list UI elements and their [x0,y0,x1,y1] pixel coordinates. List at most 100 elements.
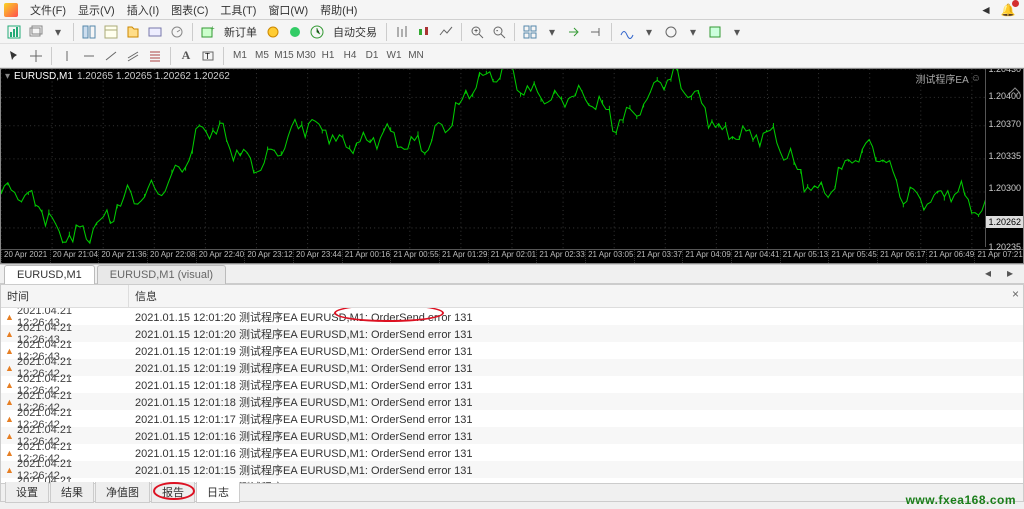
time-tick: 21 Apr 01:29 [439,250,488,263]
timeframe-m30[interactable]: M30 [295,47,317,65]
log-message: 2021.01.15 12:01:20 测试程序EA EURUSD,M1: Or… [129,309,1023,325]
metaquotes-icon[interactable] [263,22,283,42]
text-label-icon[interactable]: T [198,46,218,66]
chart-scroll-icon[interactable] [1009,87,1021,95]
dropdown-icon[interactable]: ▾ [683,22,703,42]
log-row[interactable]: ▲ 2021.04.21 12:26:42.... 2021.01.15 12:… [1,427,1023,444]
chart-shift-icon[interactable] [586,22,606,42]
timeframe-d1[interactable]: D1 [361,47,383,65]
vertical-line-icon[interactable] [57,46,77,66]
chart-title-bar: ▾ EURUSD,M1 1.20265 1.20265 1.20262 1.20… [5,71,230,82]
menu-item[interactable]: 图表(C) [165,3,214,19]
terminal-close-icon[interactable]: × [1012,287,1019,301]
time-tick: 20 Apr 22:08 [147,250,196,263]
price-tick: 1.20335 [988,151,1021,161]
terminal-tab-1[interactable]: 结果 [50,482,94,503]
notification-bell-icon[interactable]: 🔔 [1000,2,1016,18]
log-row[interactable]: ▲ 2021.04.21 12:26:43.... 2021.01.15 12:… [1,325,1023,342]
dropdown-icon[interactable]: ▾ [727,22,747,42]
bar-chart-icon[interactable] [392,22,412,42]
channel-icon[interactable] [123,46,143,66]
timeframe-m5[interactable]: M5 [251,47,273,65]
auto-scroll-icon[interactable] [564,22,584,42]
menu-item[interactable]: 文件(F) [24,3,72,19]
log-row[interactable]: ▲ 2021.04.21 12:26:42.... 2021.01.15 12:… [1,376,1023,393]
log-row[interactable]: ▲ 2021.04.21 12:26:42.... 2021.01.15 12:… [1,444,1023,461]
new-chart-icon[interactable] [4,22,24,42]
log-message: 2021.01.15 12:01:15 测试程序EA EURUSD,M1: Or… [129,462,1023,478]
menu-item[interactable]: 窗口(W) [262,3,314,19]
indicators-icon[interactable] [617,22,637,42]
warning-icon: ▲ [5,346,17,356]
log-row[interactable]: ▲ 2021.04.21 12:26:43.... 2021.01.15 12:… [1,342,1023,359]
terminal-icon[interactable] [145,22,165,42]
col-header-time[interactable]: 时间 [1,285,129,307]
timeframe-mn[interactable]: MN [405,47,427,65]
warning-icon: ▲ [5,431,17,441]
periodicity-icon[interactable] [661,22,681,42]
dropdown-icon[interactable]: ▾ [48,22,68,42]
log-row[interactable]: ▲ 2021.04.21 12:26:42.... 2021.01.15 12:… [1,359,1023,376]
tab-scroll-left-icon[interactable]: ◂ [978,263,998,283]
svg-text:T: T [205,52,210,61]
profiles-icon[interactable] [26,22,46,42]
zoom-out-icon[interactable]: - [489,22,509,42]
terminal-tab-0[interactable]: 设置 [5,482,49,503]
cursor-icon[interactable] [4,46,24,66]
templates-icon[interactable] [705,22,725,42]
terminal-tab-4[interactable]: 日志 [196,482,240,503]
toolbar-drawing: A T M1M5M15M30H1H4D1W1MN [0,44,1024,68]
log-row[interactable]: ▲ 2021.04.21 12:26:43.... 2021.01.15 12:… [1,308,1023,325]
data-window-icon[interactable] [101,22,121,42]
chart-symbol-label: EURUSD,M1 [14,71,73,82]
zoom-in-icon[interactable]: + [467,22,487,42]
terminal-tab-2[interactable]: 净值图 [95,482,150,503]
timeframe-h4[interactable]: H4 [339,47,361,65]
tile-windows-icon[interactable] [520,22,540,42]
watermark-text: www.fxea168.com [906,493,1016,507]
text-icon[interactable]: A [176,46,196,66]
crosshair-icon[interactable] [26,46,46,66]
timeframe-m1[interactable]: M1 [229,47,251,65]
dropdown-icon[interactable]: ▾ [542,22,562,42]
timeframe-w1[interactable]: W1 [383,47,405,65]
auto-trade-button[interactable]: 自动交易 [329,24,381,40]
tab-scroll-right-icon[interactable]: ▸ [1000,263,1020,283]
fibonacci-icon[interactable] [145,46,165,66]
trend-line-icon[interactable] [101,46,121,66]
autotrade-toggle-icon[interactable] [307,22,327,42]
navigator-icon[interactable] [123,22,143,42]
line-chart-icon[interactable] [436,22,456,42]
arrow-back-icon[interactable]: ◄ [978,2,994,18]
log-row[interactable]: ▲ 2021.04.21 12:26:42.... 2021.01.15 12:… [1,461,1023,478]
log-row[interactable]: ▲ 2021.04.21 12:26:42.... 2021.01.15 12:… [1,393,1023,410]
chart-expand-icon[interactable]: ▾ [5,71,10,82]
time-tick: 21 Apr 04:09 [682,250,731,263]
col-header-message[interactable]: 信息 [129,285,1023,307]
chart-tab-active[interactable]: EURUSD,M1 [4,265,95,284]
candle-chart-icon[interactable] [414,22,434,42]
menu-item[interactable]: 帮助(H) [314,3,363,19]
terminal-tab-3[interactable]: 报告 [151,482,195,503]
timeframe-m15[interactable]: M15 [273,47,295,65]
new-order-plus-icon[interactable]: + [198,22,218,42]
chart-tab-bar: EURUSD,M1 EURUSD,M1 (visual) ◂ ▸ [0,264,1024,284]
menu-item[interactable]: 工具(T) [214,3,262,19]
timeframe-h1[interactable]: H1 [317,47,339,65]
new-order-button[interactable]: 新订单 [220,24,261,40]
time-tick: 21 Apr 00:55 [390,250,439,263]
menu-item[interactable]: 插入(I) [121,3,165,19]
horizontal-line-icon[interactable] [79,46,99,66]
signals-icon[interactable] [285,22,305,42]
svg-text:-: - [496,28,499,35]
chart-window[interactable]: ▾ EURUSD,M1 1.20265 1.20265 1.20262 1.20… [0,68,1024,264]
menu-item[interactable]: 显示(V) [72,3,121,19]
dropdown-icon[interactable]: ▾ [639,22,659,42]
price-chart[interactable] [1,69,1023,258]
terminal-body[interactable]: ▲ 2021.04.21 12:26:43.... 2021.01.15 12:… [1,308,1023,483]
log-message: 2021.01.15 12:01:18 测试程序EA EURUSD,M1: Or… [129,394,1023,410]
market-watch-icon[interactable] [79,22,99,42]
chart-tab-visual[interactable]: EURUSD,M1 (visual) [97,265,226,284]
tester-icon[interactable] [167,22,187,42]
log-row[interactable]: ▲ 2021.04.21 12:26:42.... 2021.01.15 12:… [1,410,1023,427]
